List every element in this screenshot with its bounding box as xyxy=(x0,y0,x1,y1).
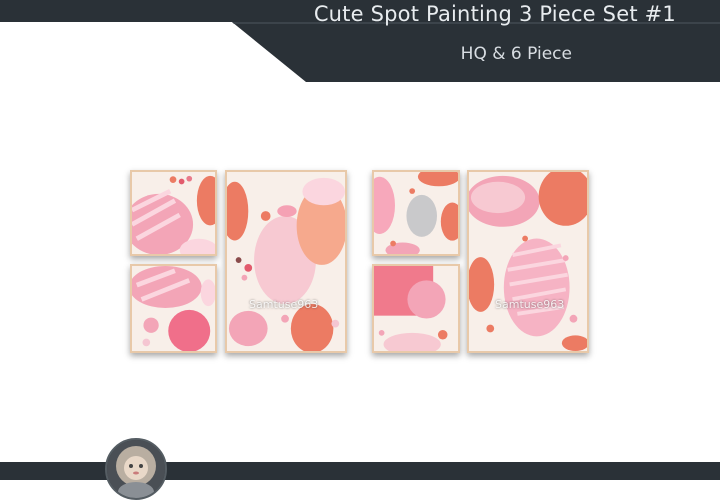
left-small-top-frame xyxy=(130,170,217,256)
left-large-frame: Samtuse963 xyxy=(225,170,347,353)
right-large-frame: Samtuse963 xyxy=(467,170,589,353)
watermark-left: Samtuse963 xyxy=(249,298,319,311)
doll-avatar-icon xyxy=(105,438,167,500)
left-small-bottom-frame xyxy=(130,264,217,353)
watermark-right: Samtuse963 xyxy=(495,298,565,311)
header-banner: Cute Spot Painting 3 Piece Set #1 HQ & 6… xyxy=(0,0,720,82)
right-small-top-frame xyxy=(372,170,460,256)
right-small-bottom-frame xyxy=(372,264,460,353)
page-title: Cute Spot Painting 3 Piece Set #1 xyxy=(313,2,676,26)
page-subtitle: HQ & 6 Piece xyxy=(460,44,572,64)
